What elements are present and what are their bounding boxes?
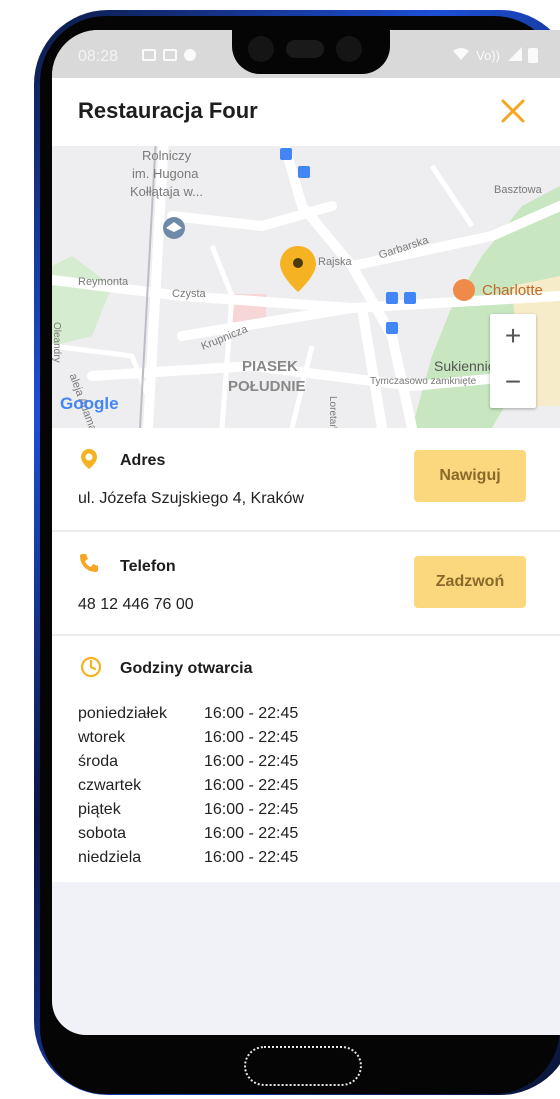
hours-row: piątek 16:00 - 22:45 [78, 798, 298, 822]
location-pin-icon [81, 449, 97, 469]
address-label: Adres [120, 452, 166, 469]
status-bar: 08:28 Vo)) [52, 30, 560, 78]
hours-time: 16:00 - 22:45 [204, 753, 299, 770]
app-header: Restauracja Four [52, 78, 560, 146]
map-label: Tymczasowo zamknięte [370, 376, 477, 387]
network-label: Vo)) [476, 48, 500, 63]
hours-time: 16:00 - 22:45 [204, 849, 299, 866]
speaker-grille [286, 40, 324, 58]
wifi-icon [452, 47, 470, 64]
zoom-controls: + − [490, 314, 536, 408]
call-button[interactable]: Zadzwoń [414, 556, 526, 608]
zoom-out-button[interactable]: − [490, 360, 536, 406]
status-time: 08:28 [78, 48, 119, 65]
hours-day: piątek [78, 801, 121, 818]
hours-day: wtorek [78, 729, 126, 746]
hours-day: poniedziałek [78, 705, 167, 722]
navigate-button[interactable]: Nawiguj [414, 450, 526, 502]
home-button[interactable] [244, 1046, 362, 1086]
map-label: Basztowa [494, 184, 542, 196]
camera-notch [232, 30, 390, 74]
system-icons: Vo)) [452, 47, 538, 64]
screen: 08:28 Vo)) Restauracja Four Rolniczy im.… [52, 30, 560, 1035]
page-title: Restauracja Four [78, 98, 258, 123]
battery-icon [528, 48, 538, 63]
close-icon[interactable] [498, 96, 528, 126]
map-label: Rolniczy [142, 148, 192, 163]
map-label: Loretańska [327, 396, 338, 428]
sensor-icon [336, 36, 362, 62]
map-label: Czysta [172, 288, 206, 300]
hours-day: niedziela [78, 849, 142, 866]
hours-time: 16:00 - 22:45 [204, 705, 299, 722]
hours-time: 16:00 - 22:45 [204, 729, 299, 746]
map-label: POŁUDNIE [228, 378, 306, 395]
hours-day: sobota [78, 825, 127, 842]
hours-row: niedziela 16:00 - 22:45 [78, 846, 298, 870]
signal-icon [506, 47, 522, 64]
address-section: Adres ul. Józefa Szujskiego 4, Kraków Na… [52, 428, 560, 530]
map-label: Reymonta [78, 276, 129, 288]
phone-label: Telefon [120, 558, 176, 575]
hours-time: 16:00 - 22:45 [204, 801, 299, 818]
google-logo: Google [60, 394, 119, 413]
opening-hours-label: Godziny otwarcia [120, 660, 253, 677]
opening-hours-section: Godziny otwarcia poniedziałek 16:00 - 22:… [52, 636, 560, 882]
gallery-icon [142, 49, 156, 61]
phone-section: Telefon 48 12 446 76 00 Zadzwoń [52, 532, 560, 634]
map-label: Rajska [318, 256, 352, 268]
zoom-in-button[interactable]: + [490, 314, 536, 360]
phone-icon [80, 554, 98, 572]
chat-icon [184, 49, 196, 61]
settings-notification-icon [163, 49, 177, 61]
map-label: Charlotte [482, 282, 543, 299]
opening-hours-table: poniedziałek 16:00 - 22:45 wtorek 16:00 - 2… [78, 702, 298, 870]
front-camera-icon [248, 36, 274, 62]
map-label: PIASEK [242, 358, 298, 375]
hours-time: 16:00 - 22:45 [204, 825, 299, 842]
hours-row: sobota 16:00 - 22:45 [78, 822, 298, 846]
hours-row: wtorek 16:00 - 22:45 [78, 726, 298, 750]
hours-row: czwartek 16:00 - 22:45 [78, 774, 298, 798]
notification-icons [142, 49, 196, 61]
address-value: ul. Józefa Szujskiego 4, Kraków [78, 490, 304, 507]
map-label: im. Hugona [132, 166, 199, 181]
hours-day: czwartek [78, 777, 142, 794]
map-view[interactable]: Rolniczy im. Hugona Kołłątaja w... Baszt… [52, 146, 560, 428]
map-label: Kołłątaja w... [130, 184, 203, 199]
hours-row: środa 16:00 - 22:45 [78, 750, 298, 774]
clock-icon [80, 656, 102, 678]
hours-day: środa [78, 753, 119, 770]
phone-value: 48 12 446 76 00 [78, 596, 194, 613]
hours-time: 16:00 - 22:45 [204, 777, 299, 794]
hours-row: poniedziałek 16:00 - 22:45 [78, 702, 298, 726]
map-label: Oleandry [52, 322, 62, 363]
